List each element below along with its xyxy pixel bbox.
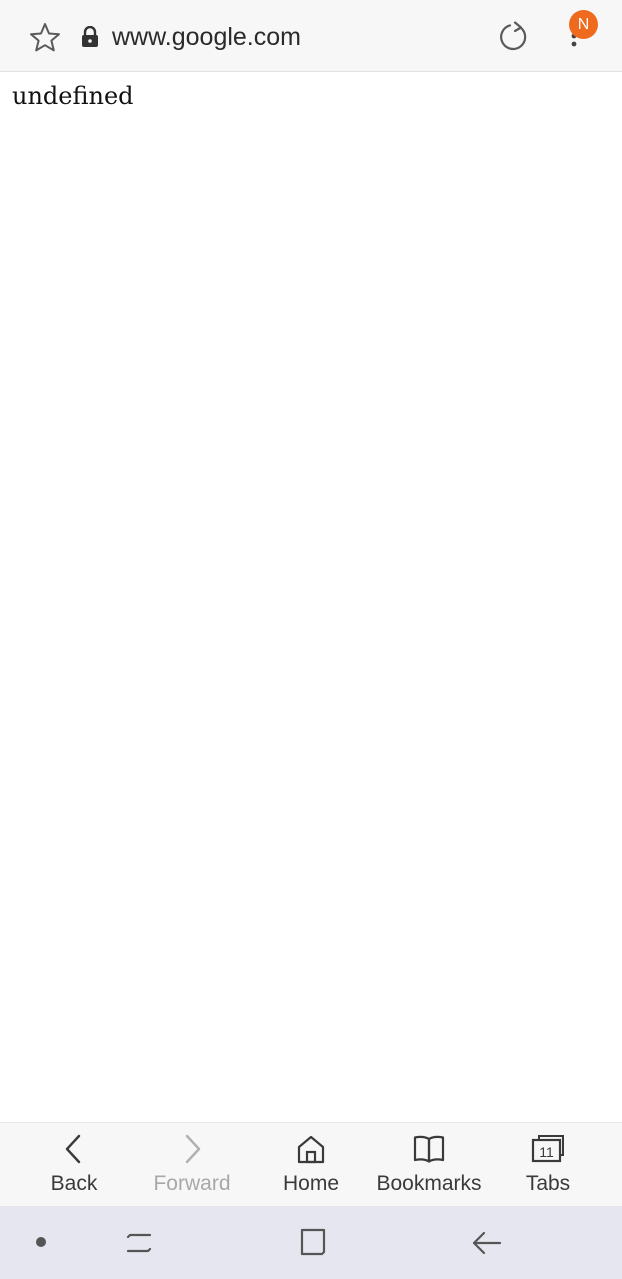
tab-count: 11	[539, 1144, 554, 1160]
notification-badge[interactable]: N	[569, 10, 598, 39]
nav-dot-icon[interactable]	[36, 1237, 46, 1247]
bottom-toolbar: Back Forward Home Bookmarks 11 Tabs	[0, 1122, 622, 1206]
back-button[interactable]: Back	[12, 1123, 136, 1207]
url-field[interactable]: www.google.com	[112, 20, 301, 54]
chevron-right-icon	[185, 1134, 201, 1164]
lock-icon	[82, 26, 98, 47]
recent-apps-icon[interactable]	[122, 1228, 156, 1258]
page-content: undefined	[0, 72, 622, 1122]
tabs-button[interactable]: 11 Tabs	[486, 1123, 610, 1207]
home-button[interactable]: Home	[249, 1123, 373, 1207]
star-icon[interactable]	[28, 21, 62, 53]
chevron-left-icon	[65, 1134, 81, 1164]
home-square-icon[interactable]	[296, 1226, 330, 1260]
forward-label: Forward	[153, 1172, 231, 1195]
home-label: Home	[282, 1172, 340, 1195]
system-back-icon[interactable]	[470, 1228, 504, 1258]
address-bar: www.google.com N	[0, 0, 622, 72]
reload-icon[interactable]	[496, 20, 530, 54]
tabs-label: Tabs	[525, 1172, 571, 1195]
bookmarks-button[interactable]: Bookmarks	[367, 1123, 491, 1207]
book-icon	[413, 1135, 445, 1163]
system-navigation-bar	[0, 1206, 622, 1279]
back-label: Back	[50, 1172, 98, 1195]
home-icon	[297, 1135, 325, 1164]
page-body-text: undefined	[12, 82, 134, 110]
bookmarks-label: Bookmarks	[376, 1172, 482, 1195]
forward-button[interactable]: Forward	[130, 1123, 254, 1207]
tabs-icon: 11	[531, 1135, 564, 1163]
